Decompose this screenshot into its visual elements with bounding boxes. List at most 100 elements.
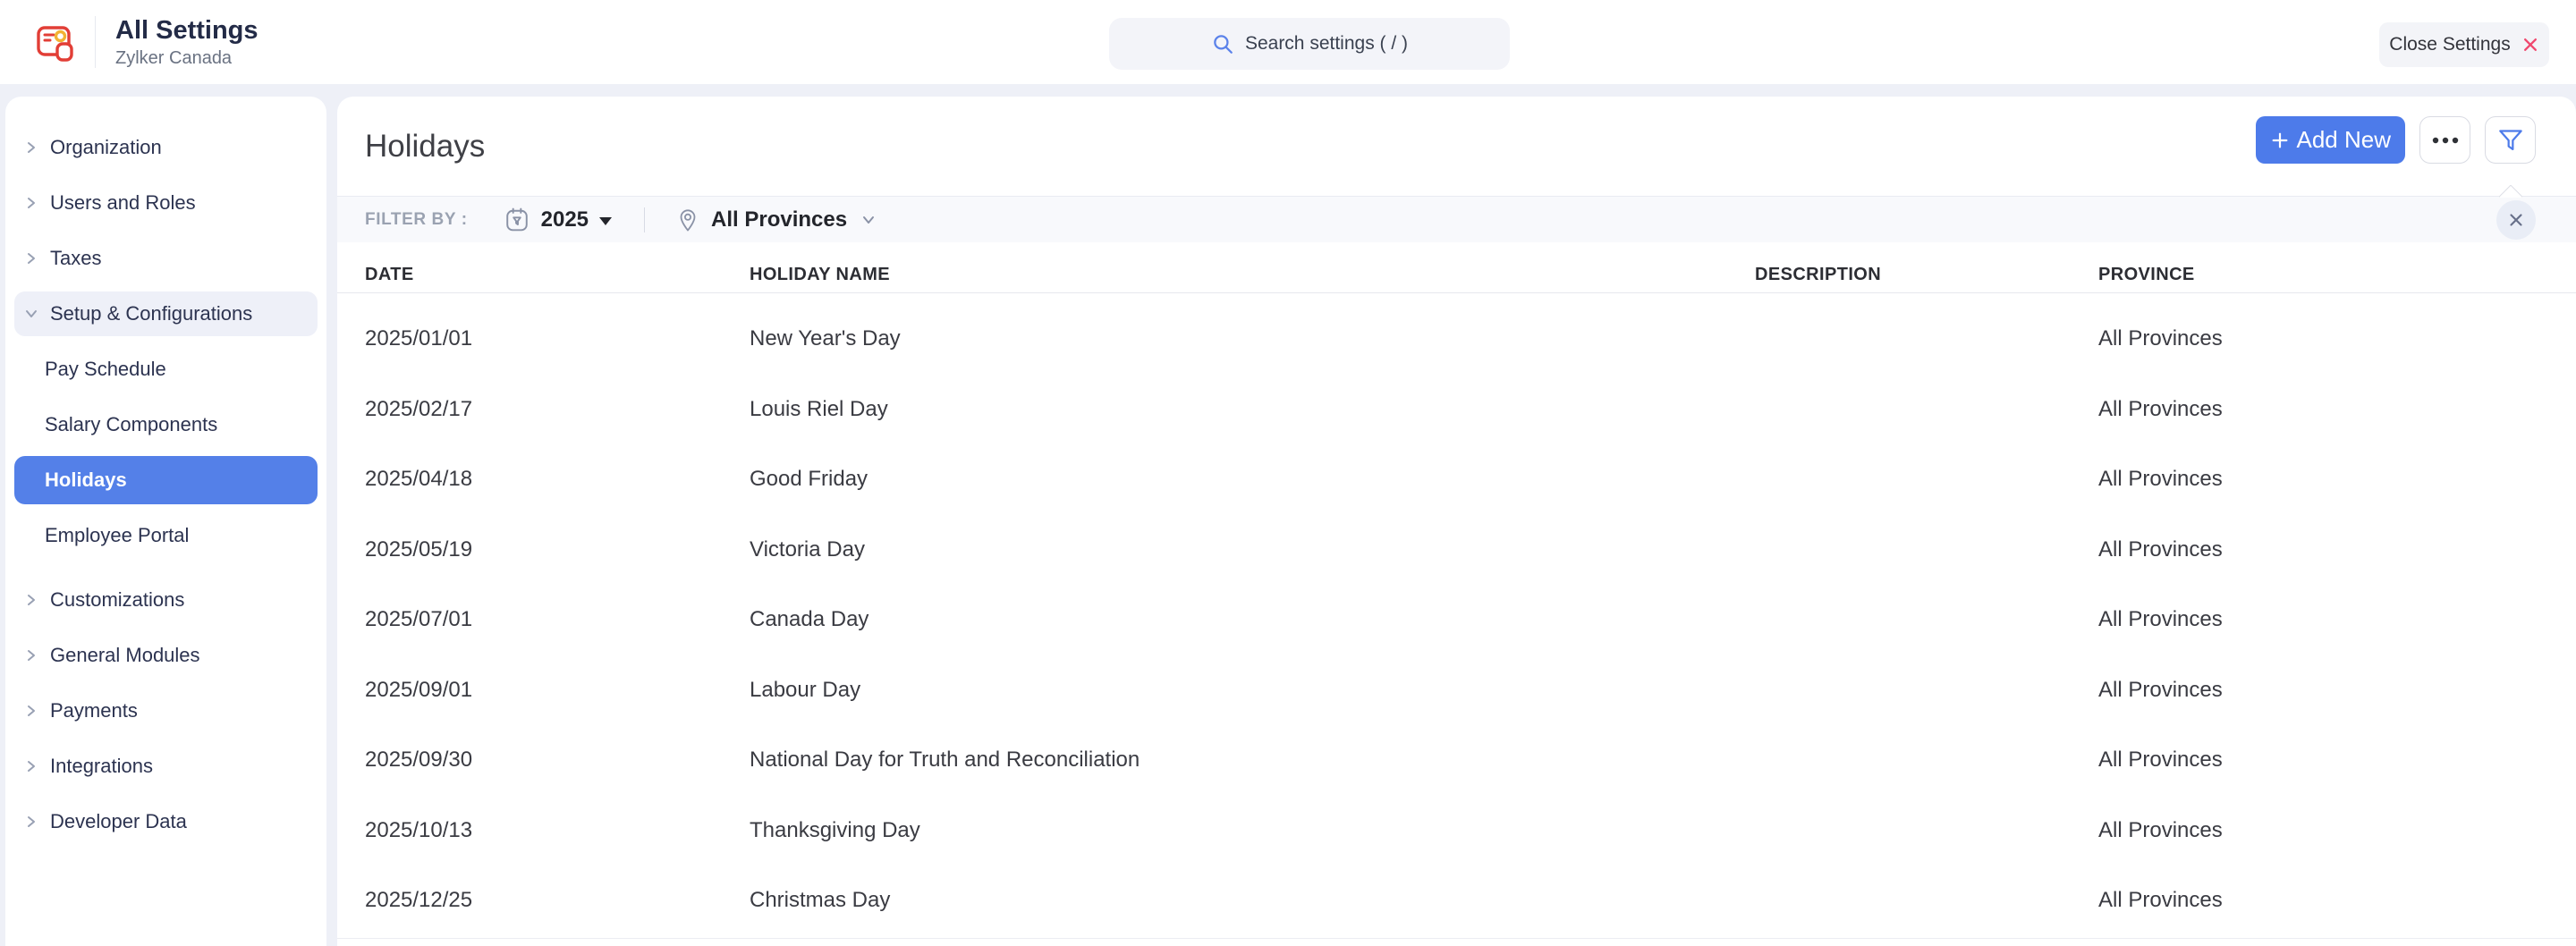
chevron-down-icon <box>860 211 877 229</box>
holidays-panel: Holidays Add New <box>337 97 2576 946</box>
sidebar-item-label: Users and Roles <box>50 191 196 215</box>
add-new-label: Add New <box>2297 126 2392 154</box>
province-filter-dropdown[interactable]: All Provinces <box>677 207 877 232</box>
province-filter-value: All Provinces <box>711 207 847 232</box>
all-settings-page: All Settings Zylker Canada Search settin… <box>0 0 2576 946</box>
sidebar-item-label: Customizations <box>50 588 184 612</box>
cell-province: All Provinces <box>2098 678 2576 703</box>
main-header: Holidays Add New <box>337 97 2576 196</box>
cell-province: All Provinces <box>2098 748 2576 773</box>
column-header-date: DATE <box>365 265 750 285</box>
cell-holiday-name: Good Friday <box>750 467 1755 492</box>
cell-date: 2025/02/17 <box>365 397 750 422</box>
map-pin-icon <box>677 207 699 232</box>
cell-holiday-name: Louis Riel Day <box>750 397 1755 422</box>
column-header-holiday-name: HOLIDAY NAME <box>750 265 1755 285</box>
sidebar-item-label: Integrations <box>50 755 153 778</box>
close-settings-label: Close Settings <box>2389 34 2510 55</box>
cell-holiday-name: National Day for Truth and Reconciliatio… <box>750 748 1755 773</box>
chevron-right-icon <box>24 251 38 266</box>
year-filter-dropdown[interactable]: 2025 <box>505 207 612 232</box>
sidebar-item-payments[interactable]: Payments <box>5 683 326 739</box>
close-settings-button[interactable]: Close Settings <box>2379 22 2549 67</box>
cell-province: All Provinces <box>2098 818 2576 843</box>
top-bar: All Settings Zylker Canada Search settin… <box>0 0 2576 84</box>
sidebar-item-label: General Modules <box>50 644 200 667</box>
sidebar-item-label: Setup & Configurations <box>50 302 252 325</box>
chevron-right-icon <box>24 759 38 773</box>
table-row[interactable]: 2025/09/30 National Day for Truth and Re… <box>337 725 2576 796</box>
calendar-filter-icon <box>505 207 529 232</box>
sidebar-item-label: Organization <box>50 136 162 159</box>
sidebar-item-general-modules[interactable]: General Modules <box>5 628 326 683</box>
cell-date: 2025/05/19 <box>365 537 750 562</box>
chevron-right-icon <box>24 140 38 155</box>
filter-button[interactable] <box>2485 116 2536 164</box>
sidebar-item-users-and-roles[interactable]: Users and Roles <box>5 175 326 231</box>
cell-holiday-name: Victoria Day <box>750 537 1755 562</box>
cell-holiday-name: New Year's Day <box>750 326 1755 351</box>
x-circle-icon <box>2507 211 2525 229</box>
sidebar-item-holidays-selected[interactable]: Holidays <box>14 456 318 504</box>
column-header-description: DESCRIPTION <box>1755 265 2098 285</box>
x-icon <box>2521 36 2539 54</box>
sidebar-item-setup-and-configurations[interactable]: Setup & Configurations <box>14 291 318 336</box>
table-row[interactable]: 2025/09/01 Labour Day All Provinces <box>337 655 2576 726</box>
search-settings-input[interactable]: Search settings ( / ) <box>1109 18 1510 70</box>
cell-date: 2025/04/18 <box>365 467 750 492</box>
brand-text: All Settings Zylker Canada <box>115 15 258 69</box>
table-row[interactable]: 2025/07/01 Canada Day All Provinces <box>337 585 2576 655</box>
ellipsis-icon <box>2432 137 2459 144</box>
payroll-wallet-icon <box>36 21 77 63</box>
sidebar-item-label: Payments <box>50 699 138 722</box>
org-name: Zylker Canada <box>115 47 258 69</box>
sidebar-item-taxes[interactable]: Taxes <box>5 231 326 286</box>
sidebar-item-salary-components[interactable]: Salary Components <box>5 397 326 452</box>
sidebar-item-customizations[interactable]: Customizations <box>5 572 326 628</box>
sidebar-item-organization[interactable]: Organization <box>5 120 326 175</box>
cell-province: All Provinces <box>2098 467 2576 492</box>
table-row[interactable]: 2025/12/25 Christmas Day All Provinces <box>337 866 2576 936</box>
sidebar-item-label: Pay Schedule <box>45 358 166 381</box>
header-actions: Add New <box>2256 116 2537 164</box>
year-filter-value: 2025 <box>541 207 589 232</box>
table-bottom-divider <box>337 938 2576 939</box>
cell-holiday-name: Labour Day <box>750 678 1755 703</box>
table-row[interactable]: 2025/01/01 New Year's Day All Provinces <box>337 304 2576 375</box>
filter-popover-caret <box>2499 185 2522 198</box>
clear-filter-button[interactable] <box>2496 200 2536 240</box>
table-header-row: DATE HOLIDAY NAME DESCRIPTION PROVINCE <box>337 242 2576 293</box>
table-row[interactable]: 2025/05/19 Victoria Day All Provinces <box>337 515 2576 586</box>
chevron-right-icon <box>24 648 38 663</box>
cell-date: 2025/09/01 <box>365 678 750 703</box>
table-row[interactable]: 2025/10/13 Thanksgiving Day All Province… <box>337 796 2576 866</box>
filter-by-label: FILTER BY : <box>365 210 468 230</box>
cell-date: 2025/12/25 <box>365 888 750 913</box>
funnel-icon <box>2498 129 2523 152</box>
column-header-province: PROVINCE <box>2098 265 2576 285</box>
page-title: Holidays <box>365 129 485 165</box>
table-row[interactable]: 2025/04/18 Good Friday All Provinces <box>337 444 2576 515</box>
cell-holiday-name: Christmas Day <box>750 888 1755 913</box>
cell-date: 2025/10/13 <box>365 818 750 843</box>
cell-province: All Provinces <box>2098 537 2576 562</box>
cell-holiday-name: Thanksgiving Day <box>750 818 1755 843</box>
more-options-button[interactable] <box>2419 116 2470 164</box>
chevron-right-icon <box>24 196 38 210</box>
table-row[interactable]: 2025/02/17 Louis Riel Day All Provinces <box>337 375 2576 445</box>
cell-date: 2025/09/30 <box>365 748 750 773</box>
sidebar-item-label: Taxes <box>50 247 101 270</box>
cell-date: 2025/01/01 <box>365 326 750 351</box>
sidebar-item-employee-portal[interactable]: Employee Portal <box>5 508 326 563</box>
chevron-right-icon <box>24 593 38 607</box>
filter-bar: FILTER BY : 2025 <box>337 196 2576 242</box>
cell-province: All Provinces <box>2098 607 2576 632</box>
sidebar-item-developer-data[interactable]: Developer Data <box>5 794 326 849</box>
brand-divider <box>95 16 96 68</box>
sidebar-item-pay-schedule[interactable]: Pay Schedule <box>5 342 326 397</box>
cell-province: All Provinces <box>2098 888 2576 913</box>
magnifier-icon <box>1211 32 1234 55</box>
add-new-button[interactable]: Add New <box>2256 116 2406 164</box>
sidebar-item-integrations[interactable]: Integrations <box>5 739 326 794</box>
chevron-down-icon <box>24 307 38 321</box>
